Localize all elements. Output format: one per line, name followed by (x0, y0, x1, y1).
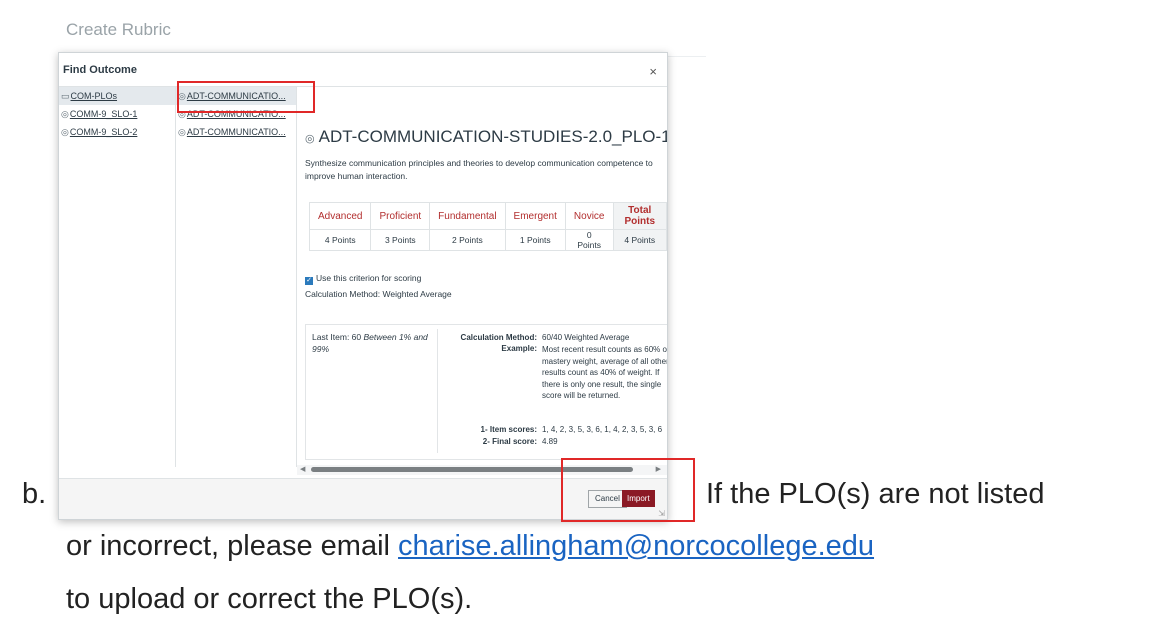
total-points-value: 4 Points (612, 229, 667, 251)
rating-label: Novice (564, 202, 614, 230)
item-scores-label: 1- Item scores: (480, 425, 537, 434)
outcome-description: Synthesize communication principles and … (305, 158, 653, 181)
rating-label: Proficient (370, 202, 431, 230)
calc-method-label: Calculation Method: (460, 333, 537, 342)
group-item-comm-9-slo-1[interactable]: ◎COMM-9_SLO-1 (59, 105, 175, 123)
outcome-title: ◎ ADT-COMMUNICATION-STUDIES-2.0_PLO-1 (305, 127, 667, 147)
rating-label: Advanced (308, 202, 372, 230)
final-score-value: 4.89 (542, 437, 558, 446)
use-for-scoring-label: Use this criterion for scoring (316, 273, 422, 283)
folder-icon: ▭ (61, 91, 70, 101)
rating-points: 1 Points (504, 229, 566, 251)
outcome-label[interactable]: ADT-COMMUNICATIO... (187, 127, 286, 137)
rating-label: Fundamental (429, 202, 506, 230)
dialog-title: Find Outcome (63, 64, 137, 76)
page-title: Create Rubric (66, 20, 171, 39)
rating-label: Emergent (504, 202, 566, 230)
group-label[interactable]: COMM-9_SLO-2 (70, 127, 138, 137)
instruction-line-1: If the PLO(s) are not listed (706, 478, 1045, 510)
rating-points: 4 Points (308, 229, 372, 251)
outcome-item-3[interactable]: ◎ADT-COMMUNICATIO... (176, 123, 296, 141)
last-item-prefix: Last Item: 60 (312, 332, 364, 342)
group-label[interactable]: COMM-9_SLO-1 (70, 109, 138, 119)
use-for-scoring-checkbox[interactable]: ✓ (305, 277, 313, 285)
example-value: Most recent result counts as 60% of mast… (542, 345, 667, 400)
rating-points: 2 Points (429, 229, 506, 251)
group-label[interactable]: COM-PLOs (71, 91, 118, 101)
group-item-com-plos[interactable]: ▭COM-PLOs (59, 87, 175, 105)
outcome-title-text: ADT-COMMUNICATION-STUDIES-2.0_PLO-1 (318, 127, 667, 146)
example-label: Example: (501, 344, 537, 353)
scroll-left-icon[interactable]: ◀ (300, 465, 305, 473)
last-item-text: Last Item: 60 Between 1% and 99% (312, 331, 432, 355)
outcome-icon: ◎ (61, 127, 69, 137)
outcome-groups-list: ▭COM-PLOs ◎COMM-9_SLO-1 ◎COMM-9_SLO-2 (59, 87, 176, 467)
instruction-line-2: or incorrect, please email charise.allin… (66, 530, 874, 563)
outcome-icon: ◎ (178, 127, 186, 137)
email-link[interactable]: charise.allingham@norcocollege.edu (398, 530, 874, 562)
outcome-icon: ◎ (305, 133, 315, 145)
step-marker: b. (22, 478, 47, 510)
final-score-label: 2- Final score: (482, 437, 537, 446)
outcome-detail-panel: ◎ ADT-COMMUNICATION-STUDIES-2.0_PLO-1 Syn… (297, 87, 667, 467)
use-for-scoring: ✓ Use this criterion for scoring (305, 273, 421, 285)
outcome-icon: ◎ (61, 109, 69, 119)
item-scores-value: 1, 4, 2, 3, 5, 3, 6, 1, 4, 2, 3, 5, 3, 6 (542, 425, 663, 434)
total-points-label: Total Points (612, 202, 667, 230)
rating-table: Advanced Proficient Fundamental Emergent… (308, 202, 667, 251)
instruction-text: or incorrect, please email (66, 530, 399, 562)
find-outcome-dialog: Find Outcome × ▭COM-PLOs ◎COMM-9_SLO-1 ◎… (58, 52, 668, 520)
highlight-box-import (561, 458, 695, 522)
group-item-comm-9-slo-2[interactable]: ◎COMM-9_SLO-2 (59, 123, 175, 141)
calculation-info-box: Last Item: 60 Between 1% and 99% Calcula… (305, 324, 667, 460)
outcomes-list: ◎ADT-COMMUNICATIO... ◎ADT-COMMUNICATIO..… (176, 87, 297, 467)
info-divider (437, 329, 438, 453)
rating-points: 3 Points (370, 229, 431, 251)
close-icon[interactable]: × (649, 64, 657, 79)
highlight-box-outcome (177, 81, 315, 113)
instruction-line-3: to upload or correct the PLO(s). (66, 583, 473, 615)
calc-method-value: 60/40 Weighted Average (542, 333, 630, 342)
calculation-method: Calculation Method: Weighted Average (305, 289, 452, 299)
rating-points: 0 Points (564, 229, 614, 251)
